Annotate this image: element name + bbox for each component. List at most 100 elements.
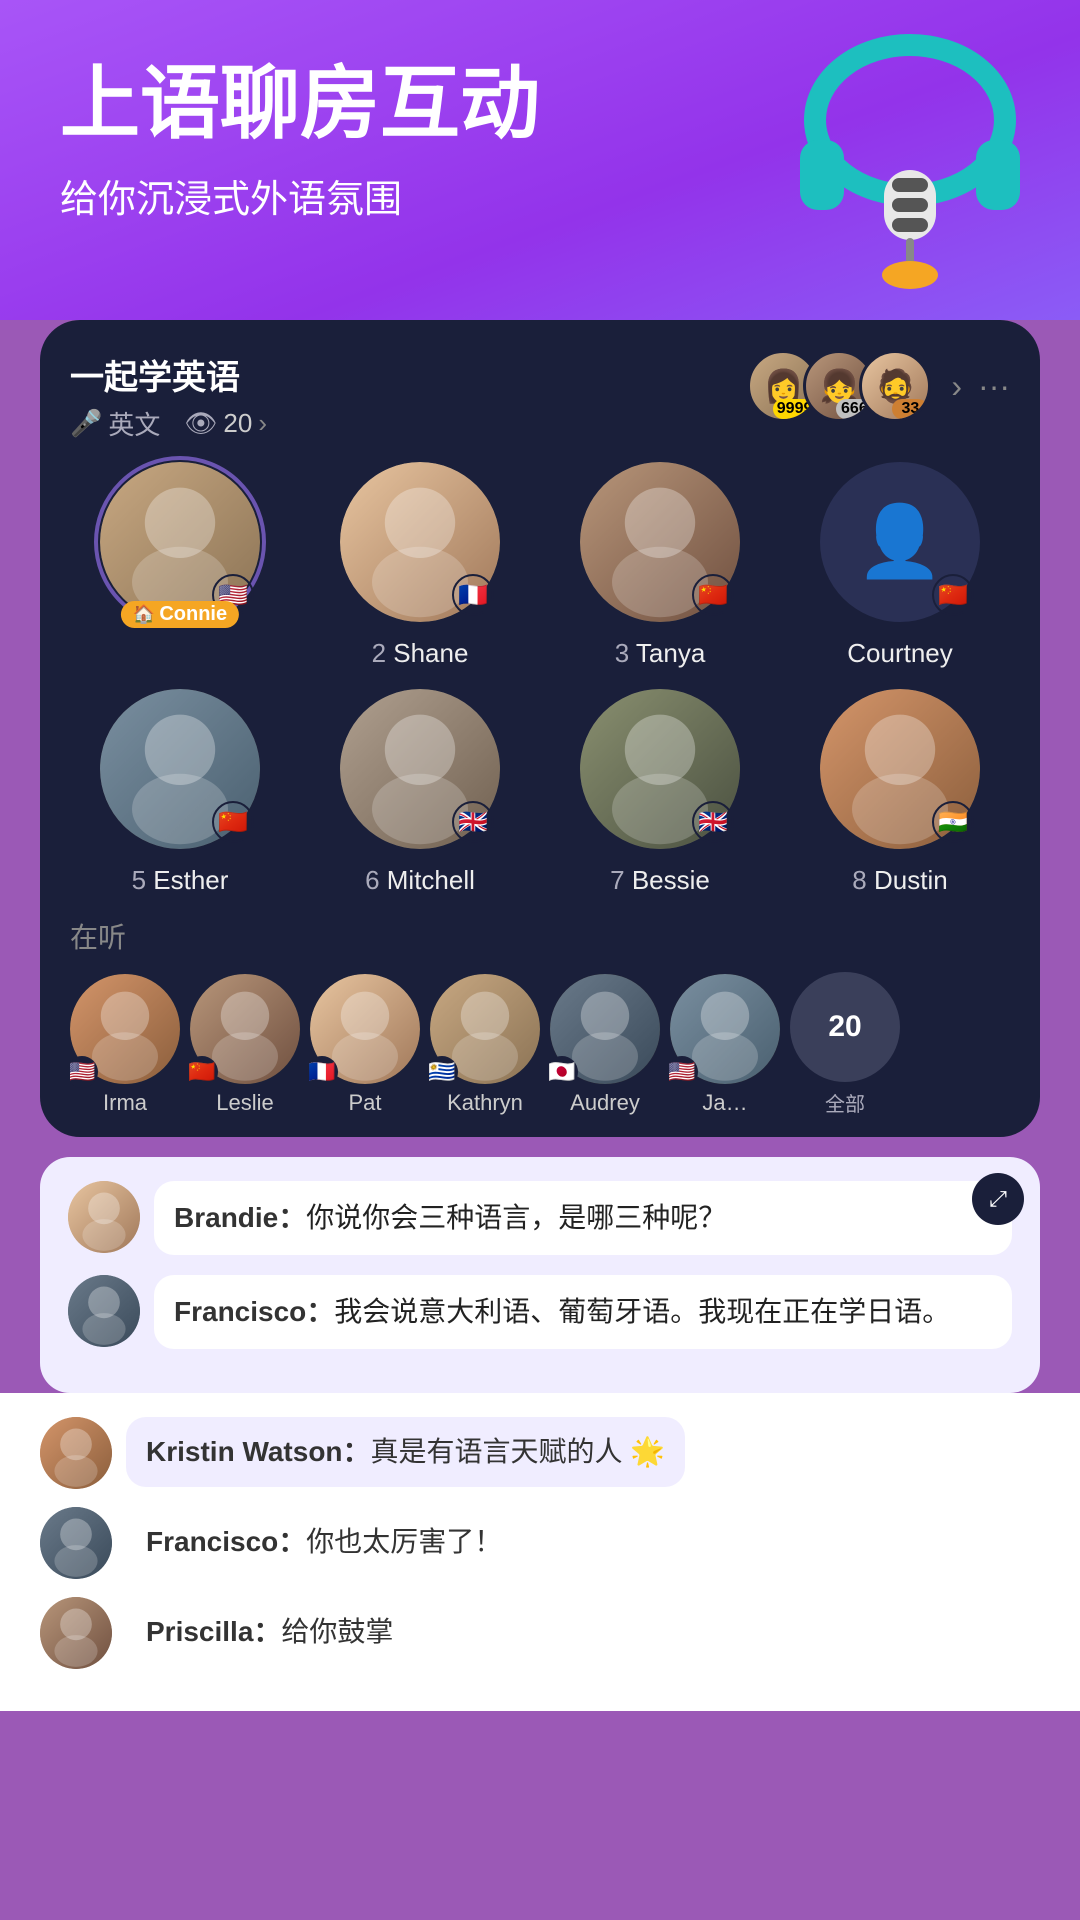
listener-avatar-Audrey: 🇯🇵	[550, 974, 660, 1084]
listener-name-Audrey: Audrey	[570, 1090, 640, 1116]
mic-icon: 🎤	[70, 408, 102, 439]
chat-bubble-Francisco: Francisco：我会说意大利语、葡萄牙语。我现在正在学日语。	[154, 1275, 1012, 1349]
lower-msg-Priscilla: Priscilla：给你鼓掌	[40, 1597, 1040, 1669]
chat-text-Francisco: Francisco：我会说意大利语、葡萄牙语。我现在正在学日语。	[174, 1291, 992, 1333]
card-header-right: 👩 9999 👧 666 🧔 33 › ···	[747, 350, 1010, 422]
speaker-flag-Tanya: 🇨🇳	[692, 574, 734, 616]
lower-bubble-Francisco: Francisco：你也太厉害了！	[126, 1507, 522, 1577]
collapse-chat-button[interactable]: ⤢	[972, 1173, 1024, 1225]
speaker-wrap-Mitchell: 🇬🇧	[340, 689, 500, 849]
chat-section: Brandie：你说你会三种语言，是哪三种呢？ Francisco：我会说意大利…	[40, 1157, 1040, 1393]
listener-flag-Audrey: 🇯🇵	[546, 1056, 578, 1088]
listener-name-Irma: Irma	[103, 1090, 147, 1116]
speaker-item-bessie[interactable]: 🇬🇧 7 Bessie	[550, 689, 770, 896]
chat-text-Brandie: Brandie：你说你会三种语言，是哪三种呢？	[174, 1197, 992, 1239]
speaker-wrap-Bessie: 🇬🇧	[580, 689, 740, 849]
lower-bubble-Kristin Watson: Kristin Watson：真是有语言天赋的人 🌟	[126, 1417, 685, 1487]
listener-name-Pat: Pat	[348, 1090, 381, 1116]
speaker-item-tanya[interactable]: 🇨🇳 3 Tanya	[550, 462, 770, 669]
eye-icon: 👁	[184, 408, 217, 439]
speaker-item-dustin[interactable]: 🇮🇳 8 Dustin	[790, 689, 1010, 896]
listener-item-Leslie[interactable]: 🇨🇳 Leslie	[190, 974, 300, 1116]
listener-avatar-Irma: 🇺🇸	[70, 974, 180, 1084]
speaker-item-courtney[interactable]: 👤 🇨🇳 Courtney	[790, 462, 1010, 669]
speaker-item-esther[interactable]: 🇨🇳 5 Esther	[70, 689, 290, 896]
listener-item-Pat[interactable]: 🇫🇷 Pat	[310, 974, 420, 1116]
speaker-flag-Bessie: 🇬🇧	[692, 801, 734, 843]
more-options-button[interactable]: ···	[978, 368, 1010, 405]
speaker-flag-Mitchell: 🇬🇧	[452, 801, 494, 843]
lower-avatar-Kristin Watson	[40, 1417, 112, 1489]
room-viewers-item[interactable]: 👁 20 ›	[184, 408, 267, 439]
lower-avatar-Francisco	[40, 1507, 112, 1579]
room-title: 一起学英语	[70, 350, 267, 399]
speaker-wrap-Esther: 🇨🇳	[100, 689, 260, 849]
viewers-arrow: ›	[258, 408, 267, 439]
lower-msg-Kristin Watson: Kristin Watson：真是有语言天赋的人 🌟	[40, 1417, 1040, 1489]
hero-decoration	[780, 20, 1040, 300]
speaker-wrap-Tanya: 🇨🇳	[580, 462, 740, 622]
listener-item-Ja…[interactable]: 🇺🇸 Ja…	[670, 974, 780, 1116]
speaker-item-shane[interactable]: 🇫🇷 2 Shane	[310, 462, 530, 669]
more-count-circle: 20	[790, 972, 900, 1082]
all-label: 全部	[825, 1088, 865, 1117]
speaker-name-Courtney: Courtney	[847, 638, 953, 669]
chat-avatar-Francisco	[68, 1275, 140, 1347]
speaker-name-Mitchell: 6 Mitchell	[365, 865, 475, 896]
chat-msg-Francisco: Francisco：我会说意大利语、葡萄牙语。我现在正在学日语。	[68, 1275, 1012, 1349]
viewer-count: 20	[223, 408, 252, 439]
speaker-flag-Dustin: 🇮🇳	[932, 801, 974, 843]
listeners-section: 在听 🇺🇸 Irma 🇨🇳 Leslie	[70, 916, 1010, 1117]
chat-msg-Brandie: Brandie：你说你会三种语言，是哪三种呢？	[68, 1181, 1012, 1255]
more-count: 20	[828, 1010, 861, 1044]
listener-flag-Leslie: 🇨🇳	[186, 1056, 218, 1088]
card-header: 一起学英语 🎤 英文 👁 20 › 👩 9999	[70, 350, 1010, 442]
listener-avatar-Ja…: 🇺🇸	[670, 974, 780, 1084]
listener-item-Irma[interactable]: 🇺🇸 Irma	[70, 974, 180, 1116]
speaker-name-Tanya: 3 Tanya	[615, 638, 706, 669]
listeners-row: 🇺🇸 Irma 🇨🇳 Leslie 🇫🇷 Pat	[70, 972, 1010, 1117]
listeners-label: 在听	[70, 916, 1010, 956]
listener-item-Audrey[interactable]: 🇯🇵 Audrey	[550, 974, 660, 1116]
top-users-stack: 👩 9999 👧 666 🧔 33	[747, 350, 931, 422]
top-user-3[interactable]: 🧔 33	[859, 350, 931, 422]
listener-avatar-Kathryn: 🇺🇾	[430, 974, 540, 1084]
host-badge: 🏠Connie	[121, 601, 239, 628]
listener-flag-Ja…: 🇺🇸	[666, 1056, 698, 1088]
speaker-name-Shane: 2 Shane	[372, 638, 469, 669]
listener-avatar-Leslie: 🇨🇳	[190, 974, 300, 1084]
listener-flag-Kathryn: 🇺🇾	[426, 1056, 458, 1088]
speaker-flag-Shane: 🇫🇷	[452, 574, 494, 616]
room-info: 一起学英语 🎤 英文 👁 20 ›	[70, 350, 267, 442]
listener-name-Kathryn: Kathryn	[447, 1090, 523, 1116]
speaker-wrap-Courtney: 👤 🇨🇳	[820, 462, 980, 622]
speaker-wrap-Connie: 🇺🇸 🏠Connie	[100, 462, 260, 622]
speaker-flag-Esther: 🇨🇳	[212, 801, 254, 843]
speaker-item-mitchell[interactable]: 🇬🇧 6 Mitchell	[310, 689, 530, 896]
speaker-wrap-Shane: 🇫🇷	[340, 462, 500, 622]
lower-chat-section: Kristin Watson：真是有语言天赋的人 🌟 Francisco：你也太…	[0, 1393, 1080, 1711]
top-users-more-arrow[interactable]: ›	[951, 368, 962, 405]
room-language: 🎤 英文	[70, 405, 160, 442]
chat-bubble-Brandie: Brandie：你说你会三种语言，是哪三种呢？	[154, 1181, 1012, 1255]
listener-name-Ja…: Ja…	[702, 1090, 747, 1116]
speaker-name-Dustin: 8 Dustin	[852, 865, 947, 896]
hero-section: 上语聊房互动 给你沉浸式外语氛围	[0, 0, 1080, 320]
listener-flag-Pat: 🇫🇷	[306, 1056, 338, 1088]
speaker-flag-Courtney: 🇨🇳	[932, 574, 974, 616]
main-card: 一起学英语 🎤 英文 👁 20 › 👩 9999	[40, 320, 1040, 1137]
lower-msg-Francisco: Francisco：你也太厉害了！	[40, 1507, 1040, 1579]
listener-name-Leslie: Leslie	[216, 1090, 273, 1116]
speaker-name-Bessie: 7 Bessie	[610, 865, 710, 896]
room-meta: 🎤 英文 👁 20 ›	[70, 405, 267, 442]
lower-avatar-Priscilla	[40, 1597, 112, 1669]
top-user-3-score: 33	[892, 399, 928, 419]
speakers-grid: 🇺🇸 🏠Connie 🇫🇷 2 Shane 🇨🇳	[70, 462, 1010, 896]
language-label: 英文	[108, 405, 160, 442]
more-listeners-button[interactable]: 20 全部	[790, 972, 900, 1117]
lower-bubble-Priscilla: Priscilla：给你鼓掌	[126, 1597, 413, 1667]
speaker-item-connie[interactable]: 🇺🇸 🏠Connie	[70, 462, 290, 669]
listener-avatar-Pat: 🇫🇷	[310, 974, 420, 1084]
chat-avatar-Brandie	[68, 1181, 140, 1253]
listener-item-Kathryn[interactable]: 🇺🇾 Kathryn	[430, 974, 540, 1116]
